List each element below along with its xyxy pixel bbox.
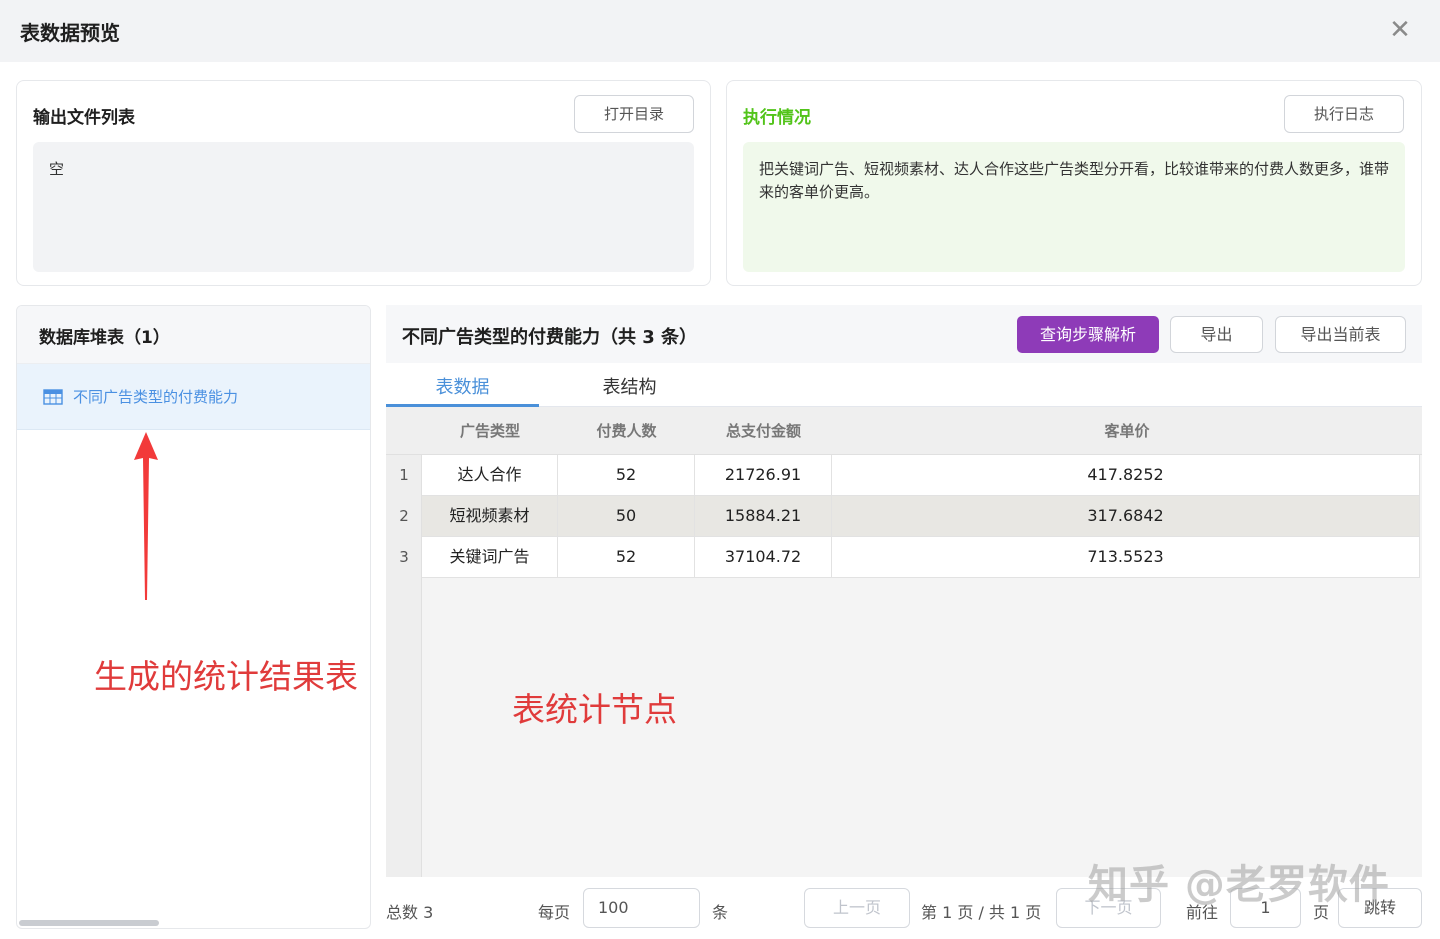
table-cell[interactable]: 50	[558, 496, 695, 537]
page-info: 第 1 页 / 共 1 页	[921, 903, 1042, 922]
execution-box: 把关键词广告、短视频素材、达人合作这些广告类型分开看，比较谁带来的付费人数更多，…	[743, 142, 1405, 272]
row-number: 1	[399, 466, 409, 484]
table-panel-title: 不同广告类型的付费能力（共 3 条）	[402, 327, 698, 348]
export-current-button[interactable]: 导出当前表	[1275, 316, 1406, 353]
execution-card: 执行情况 执行日志 把关键词广告、短视频素材、达人合作这些广告类型分开看，比较谁…	[726, 80, 1422, 286]
db-stack-panel: 数据库堆表（1） 不同广告类型的付费能力	[16, 305, 371, 929]
annotation-right-text: 表统计节点	[512, 690, 677, 729]
row-number: 2	[399, 507, 409, 525]
prev-page-button[interactable]: 上一页	[804, 888, 910, 928]
close-icon[interactable]: ✕	[1386, 16, 1414, 44]
total-count: 总数 3	[386, 903, 434, 922]
data-grid: 广告类型 付费人数 总支付金额 客单价 1 达人合作 52 21726.91 4…	[386, 407, 1422, 877]
query-steps-button[interactable]: 查询步骤解析	[1017, 316, 1159, 353]
row-number: 3	[399, 548, 409, 566]
annotation-left-text: 生成的统计结果表	[94, 657, 358, 696]
export-button[interactable]: 导出	[1170, 316, 1263, 353]
tab-table-structure[interactable]: 表结构	[553, 373, 706, 399]
column-header[interactable]: 客单价	[832, 407, 1422, 455]
table-cell[interactable]: 417.8252	[832, 455, 1420, 496]
execution-content: 把关键词广告、短视频素材、达人合作这些广告类型分开看，比较谁带来的付费人数更多，…	[759, 160, 1390, 201]
table-cell[interactable]: 317.6842	[832, 496, 1420, 537]
per-page-label: 每页	[538, 903, 571, 922]
annotation-arrow	[134, 432, 158, 600]
execution-header: 执行情况	[743, 108, 811, 128]
table-cell[interactable]: 21726.91	[695, 455, 832, 496]
open-directory-button[interactable]: 打开目录	[574, 95, 694, 133]
column-header[interactable]: 总支付金额	[695, 407, 832, 455]
table-cell[interactable]: 52	[558, 455, 695, 496]
dialog-titlebar: 表数据预览 ✕	[0, 0, 1440, 62]
table-cell[interactable]: 达人合作	[422, 455, 558, 496]
table-cell[interactable]: 37104.72	[695, 537, 832, 578]
db-stack-header: 数据库堆表（1）	[17, 306, 370, 364]
per-page-input[interactable]: 100	[583, 888, 700, 928]
execution-log-button[interactable]: 执行日志	[1284, 95, 1404, 133]
table-cell[interactable]: 15884.21	[695, 496, 832, 537]
table-panel-header: 不同广告类型的付费能力（共 3 条） 查询步骤解析 导出 导出当前表	[386, 305, 1422, 363]
output-files-content: 空	[49, 160, 65, 178]
table-cell[interactable]: 关键词广告	[422, 537, 558, 578]
output-files-box: 空	[33, 142, 694, 272]
output-files-header: 输出文件列表	[33, 108, 135, 128]
db-stack-item-label: 不同广告类型的付费能力	[73, 388, 239, 406]
dialog-title: 表数据预览	[20, 21, 120, 45]
horizontal-scrollbar[interactable]	[19, 920, 159, 926]
tab-table-data[interactable]: 表数据	[386, 373, 539, 399]
watermark: 知乎 @老罗软件	[1088, 862, 1390, 908]
table-cell[interactable]: 713.5523	[832, 537, 1420, 578]
column-header[interactable]: 广告类型	[422, 407, 558, 455]
output-files-card: 输出文件列表 打开目录 空	[16, 80, 711, 286]
table-cell[interactable]: 52	[558, 537, 695, 578]
column-header[interactable]: 付费人数	[558, 407, 695, 455]
db-stack-item[interactable]: 不同广告类型的付费能力	[17, 364, 370, 430]
table-icon	[43, 389, 63, 405]
per-page-unit: 条	[712, 903, 729, 922]
table-cell[interactable]: 短视频素材	[422, 496, 558, 537]
